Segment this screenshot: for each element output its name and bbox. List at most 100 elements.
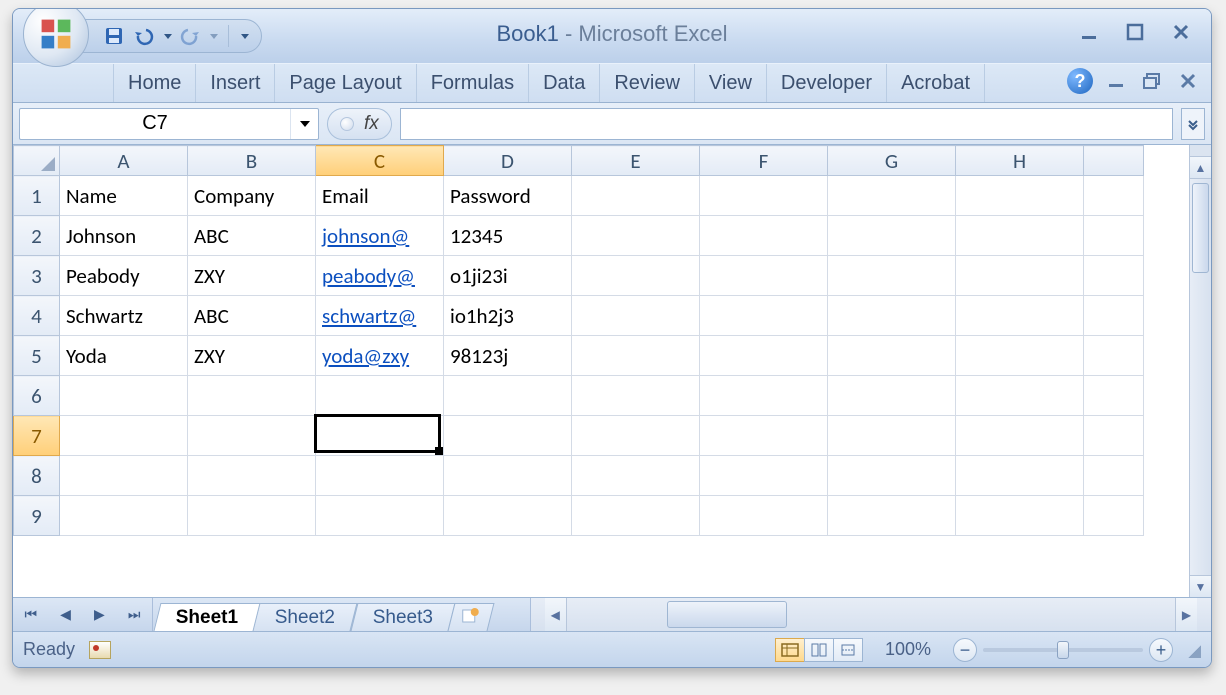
row-header-9[interactable]: 9 [14,496,60,536]
mdi-minimize-button[interactable] [1103,70,1129,92]
cell-A6[interactable] [60,376,188,416]
cell-extra-1[interactable] [1084,176,1144,216]
worksheet-grid[interactable]: ABCDEFGH1NameCompanyEmailPassword2Johnso… [13,145,1144,536]
row-header-6[interactable]: 6 [14,376,60,416]
tab-nav-first[interactable]: ⏮ [25,606,38,623]
column-header-B[interactable]: B [188,146,316,176]
vertical-scroll-thumb[interactable] [1192,183,1209,273]
cell-B4[interactable]: ABC [188,296,316,336]
cell-extra-8[interactable] [1084,456,1144,496]
zoom-thumb[interactable] [1057,641,1069,659]
sheet-tab-sheet1[interactable]: Sheet1 [154,603,261,631]
cell-E1[interactable] [572,176,700,216]
zoom-in-button[interactable]: + [1149,638,1173,662]
cell-E4[interactable] [572,296,700,336]
cell-A7[interactable] [60,416,188,456]
cell-extra-6[interactable] [1084,376,1144,416]
cell-E2[interactable] [572,216,700,256]
undo-dropdown[interactable] [164,34,172,39]
cell-extra-5[interactable] [1084,336,1144,376]
cell-extra-9[interactable] [1084,496,1144,536]
cell-extra-2[interactable] [1084,216,1144,256]
cell-G6[interactable] [828,376,956,416]
cell-A4[interactable]: Schwartz [60,296,188,336]
cell-extra-7[interactable] [1084,416,1144,456]
cell-B2[interactable]: ABC [188,216,316,256]
cell-G5[interactable] [828,336,956,376]
insert-worksheet-button[interactable] [447,603,494,631]
cell-F4[interactable] [700,296,828,336]
column-header-A[interactable]: A [60,146,188,176]
cell-E3[interactable] [572,256,700,296]
maximize-button[interactable] [1117,17,1153,47]
horizontal-scrollbar[interactable]: ◀ ▶ [530,598,1211,631]
cell-B5[interactable]: ZXY [188,336,316,376]
cell-A3[interactable]: Peabody [60,256,188,296]
cell-C9[interactable] [316,496,444,536]
cell-G1[interactable] [828,176,956,216]
cell-E9[interactable] [572,496,700,536]
cell-G4[interactable] [828,296,956,336]
cell-H3[interactable] [956,256,1084,296]
scroll-right-button[interactable]: ▶ [1175,598,1197,631]
cell-G2[interactable] [828,216,956,256]
cell-D5[interactable]: 98123j [444,336,572,376]
row-header-1[interactable]: 1 [14,176,60,216]
cell-A2[interactable]: Johnson [60,216,188,256]
vertical-scrollbar[interactable]: ▲ ▼ [1189,145,1211,597]
cell-B7[interactable] [188,416,316,456]
cell-F5[interactable] [700,336,828,376]
cell-C6[interactable] [316,376,444,416]
cell-B3[interactable]: ZXY [188,256,316,296]
cell-F2[interactable] [700,216,828,256]
cell-H2[interactable] [956,216,1084,256]
row-header-4[interactable]: 4 [14,296,60,336]
column-header-G[interactable]: G [828,146,956,176]
vertical-split-box[interactable] [1190,145,1211,157]
zoom-track[interactable] [983,648,1143,652]
cell-extra-4[interactable] [1084,296,1144,336]
cell-C5[interactable]: yoda@zxy [316,336,444,376]
cell-C1[interactable]: Email [316,176,444,216]
ribbon-tab-insert[interactable]: Insert [196,64,275,102]
cell-D3[interactable]: o1ji23i [444,256,572,296]
cell-D7[interactable] [444,416,572,456]
customize-qat-dropdown[interactable] [241,34,249,39]
name-box-dropdown[interactable] [290,109,318,139]
column-header-E[interactable]: E [572,146,700,176]
column-header-F[interactable]: F [700,146,828,176]
cell-F1[interactable] [700,176,828,216]
expand-formula-bar-button[interactable] [1181,108,1205,140]
cell-D2[interactable]: 12345 [444,216,572,256]
minimize-button[interactable] [1071,17,1107,47]
cell-C2[interactable]: johnson@ [316,216,444,256]
cell-D4[interactable]: io1h2j3 [444,296,572,336]
cell-C8[interactable] [316,456,444,496]
cell-D8[interactable] [444,456,572,496]
cell-C4[interactable]: schwartz@ [316,296,444,336]
insert-function-button[interactable]: fx [364,113,379,135]
ribbon-tab-developer[interactable]: Developer [767,64,887,102]
cell-D9[interactable] [444,496,572,536]
cell-H4[interactable] [956,296,1084,336]
undo-button[interactable] [132,24,156,48]
cell-C3[interactable]: peabody@ [316,256,444,296]
cell-B6[interactable] [188,376,316,416]
cell-D6[interactable] [444,376,572,416]
cell-E6[interactable] [572,376,700,416]
horizontal-scroll-thumb[interactable] [667,601,787,628]
mdi-close-button[interactable] [1175,70,1201,92]
cell-G9[interactable] [828,496,956,536]
cell-G3[interactable] [828,256,956,296]
sheet-tab-sheet2[interactable]: Sheet2 [253,603,358,631]
cell-H9[interactable] [956,496,1084,536]
cell-B9[interactable] [188,496,316,536]
cell-C7[interactable] [316,416,444,456]
save-button[interactable] [102,24,126,48]
zoom-level[interactable]: 100% [875,639,941,660]
ribbon-tab-home[interactable]: Home [113,64,196,102]
ribbon-tab-page-layout[interactable]: Page Layout [275,64,416,102]
cell-H5[interactable] [956,336,1084,376]
scroll-up-button[interactable]: ▲ [1190,157,1211,179]
ribbon-tab-acrobat[interactable]: Acrobat [887,64,985,102]
